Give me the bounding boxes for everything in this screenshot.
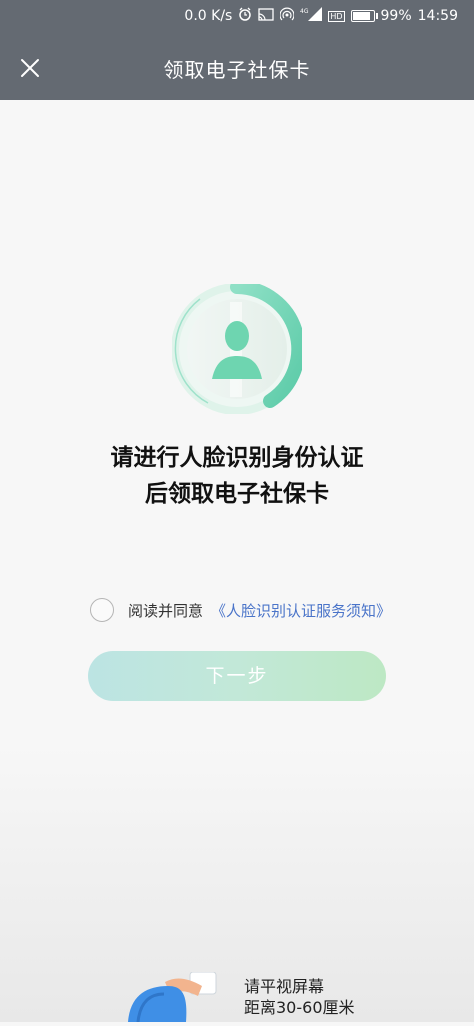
alarm-icon <box>238 7 252 25</box>
cast-icon <box>258 7 274 25</box>
agreement-row: 阅读并同意 《人脸识别认证服务须知》 <box>90 596 391 624</box>
tip-line-2: 距离30-60厘米 <box>244 998 355 1017</box>
hotspot-icon <box>279 7 295 25</box>
distance-tip: 请平视屏幕 距离30-60厘米 <box>0 971 474 1023</box>
status-indicators: 0.0 K/s 4G HD 99% 14:59 <box>184 7 458 25</box>
title-bar: 领取电子社保卡 <box>0 32 474 100</box>
person-holding-phone-illustration <box>120 971 230 1023</box>
agree-checkbox[interactable] <box>90 598 114 622</box>
terms-link[interactable]: 《人脸识别认证服务须知》 <box>211 600 391 621</box>
hd-badge: HD <box>328 10 345 22</box>
instruction-headline: 请进行人脸识别身份认证 后领取电子社保卡 <box>0 440 474 512</box>
signal-4g-icon: 4G <box>300 7 323 25</box>
status-bar: 0.0 K/s 4G HD 99% 14:59 <box>0 0 474 32</box>
next-step-button[interactable]: 下一步 <box>88 651 386 701</box>
headline-line-2: 后领取电子社保卡 <box>145 481 329 507</box>
battery-level <box>352 12 371 20</box>
tip-line-1: 请平视屏幕 <box>244 977 325 996</box>
face-recognition-graphic <box>171 280 306 415</box>
tip-text: 请平视屏幕 距离30-60厘米 <box>244 976 355 1018</box>
headline-line-1: 请进行人脸识别身份认证 <box>110 445 364 471</box>
battery-icon <box>350 10 378 22</box>
clock: 14:59 <box>417 8 458 24</box>
net-speed: 0.0 K/s <box>184 8 233 24</box>
page-title: 领取电子社保卡 <box>163 58 311 82</box>
agree-label: 阅读并同意 <box>128 601 204 620</box>
battery-percent: 99% <box>380 8 412 24</box>
main-content <box>0 100 474 1022</box>
face-scan-icon <box>171 280 306 415</box>
network-label: 4G <box>300 8 309 15</box>
